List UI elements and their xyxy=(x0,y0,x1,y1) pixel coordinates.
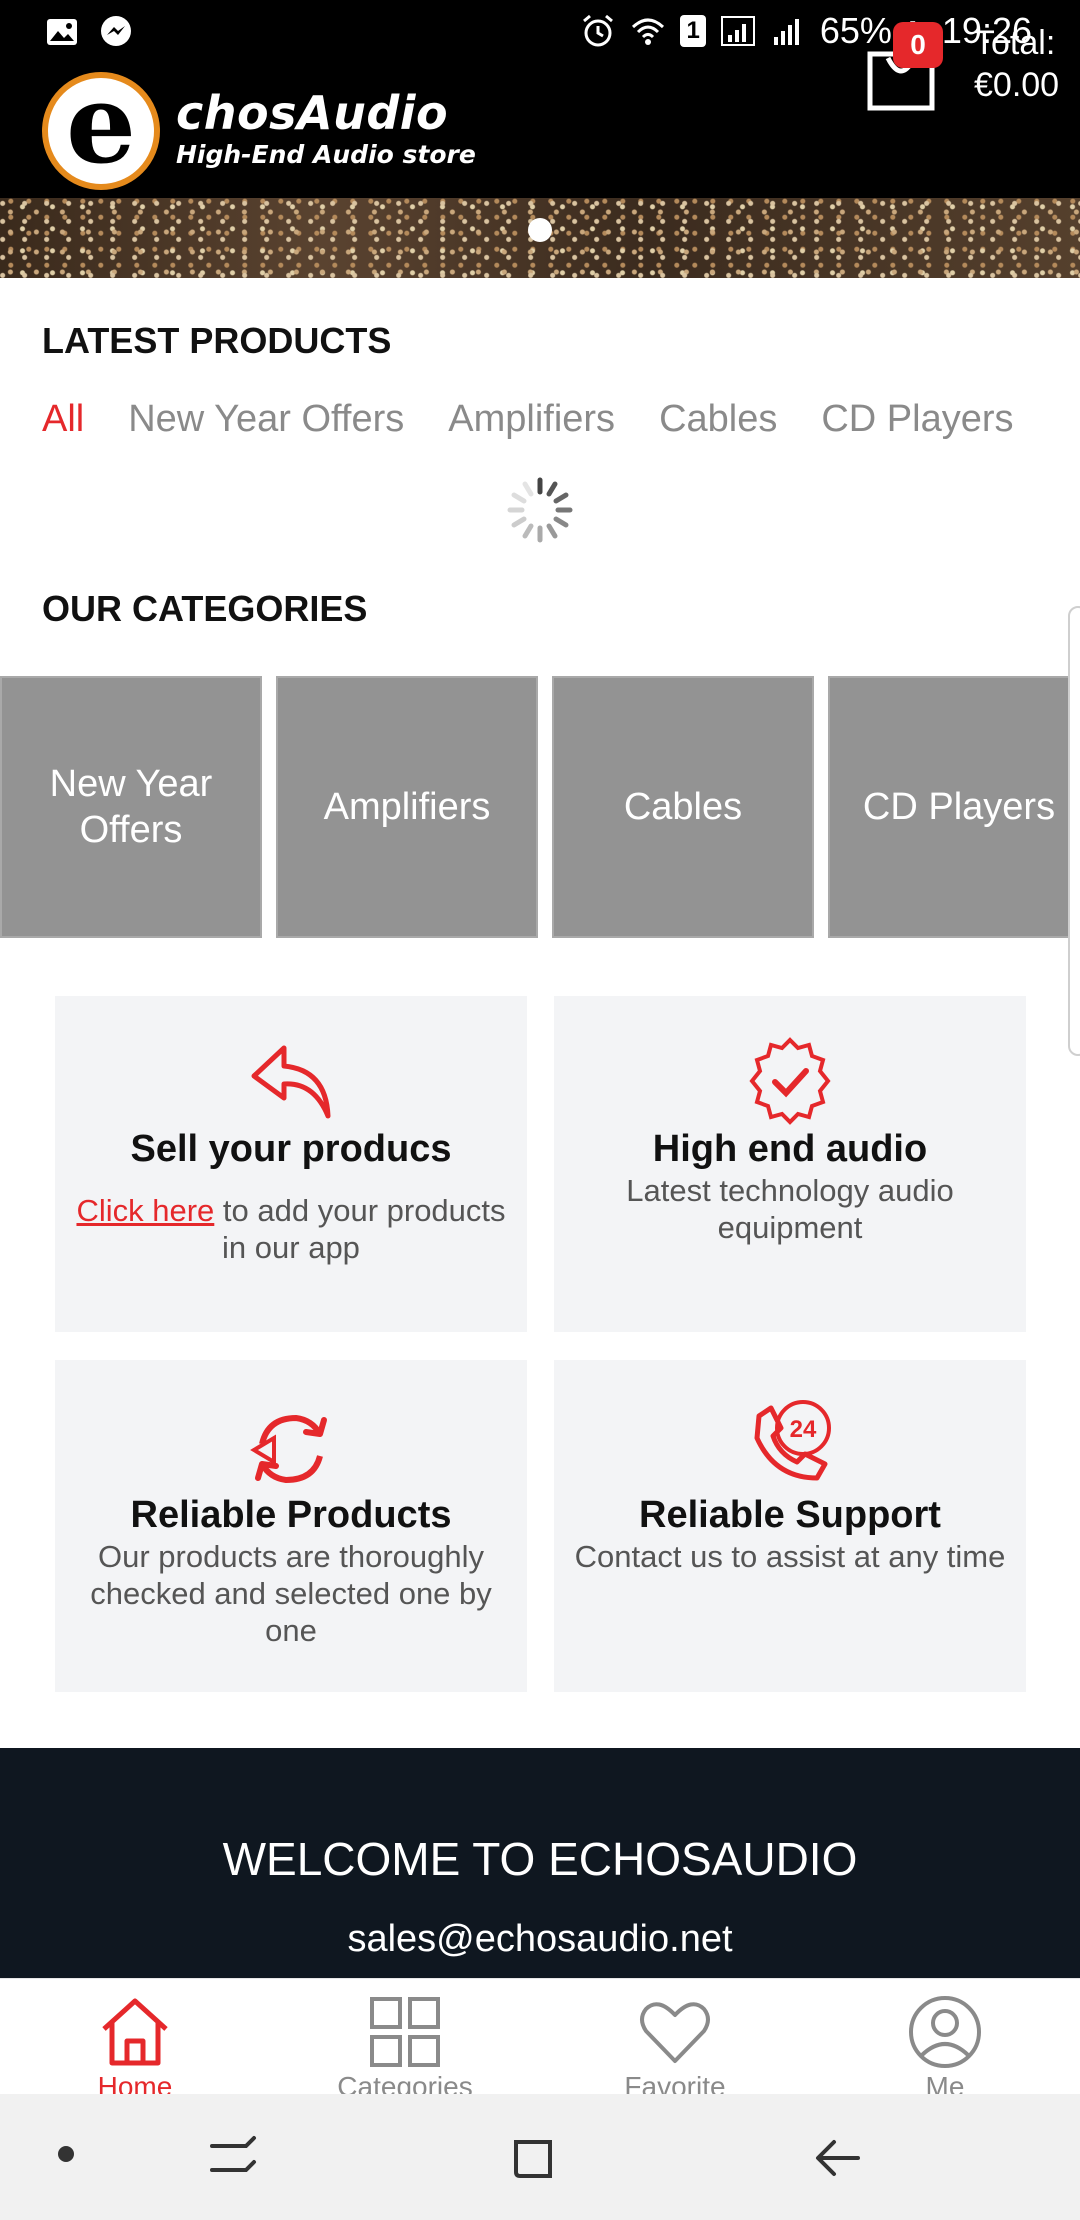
logo-title: chosAudio xyxy=(176,86,449,140)
status-right: 1 65% 19:26 xyxy=(580,10,1032,52)
user-icon xyxy=(909,1996,981,2068)
nav-favorite[interactable]: Favorite xyxy=(575,1993,775,2103)
wifi-icon xyxy=(632,18,665,45)
total-value: €0.00 xyxy=(974,66,1060,104)
feature-card-high-end: High end audio Latest technology audio e… xyxy=(554,996,1026,1332)
signal-bars-icon xyxy=(773,19,799,45)
refresh-cycle-icon xyxy=(250,1414,327,1484)
logo-subtitle: High-End Audio store xyxy=(176,140,476,169)
our-categories-title: OUR CATEGORIES xyxy=(42,588,368,629)
feature-title: High end audio xyxy=(652,1128,928,1170)
logo-letter: e xyxy=(66,59,136,188)
alarm-icon xyxy=(583,14,614,47)
feature-desc: Contact us to assist at any time xyxy=(574,1539,1006,1574)
nav-categories[interactable]: Categories xyxy=(305,1993,505,2103)
welcome-heading: WELCOME TO ECHOSAUDIO xyxy=(222,1833,858,1885)
signal-icon xyxy=(720,16,755,46)
feature-desc: Click here to add your products in our a… xyxy=(75,1192,507,1266)
feature-card-reliable-products: Reliable Products Our products are thoro… xyxy=(55,1360,527,1692)
side-drawer-handle[interactable] xyxy=(1068,606,1080,1056)
nav-home[interactable]: Home xyxy=(35,1993,235,2103)
reply-arrow-icon xyxy=(251,1045,331,1119)
system-navigation-bar xyxy=(0,2094,1080,2220)
feature-card-reliable-support: 24 Reliable Support Contact us to assist… xyxy=(554,1360,1026,1692)
category-cables[interactable]: Cables xyxy=(552,676,814,938)
back-icon[interactable] xyxy=(812,2134,866,2182)
feature-title: Reliable Support xyxy=(639,1494,941,1536)
welcome-footer: WELCOME TO ECHOSAUDIO sales@echosaudio.n… xyxy=(0,1748,1080,1978)
bottom-navigation: Home Categories Favorite Me xyxy=(0,1978,1080,2102)
sim-slot-badge: 1 xyxy=(680,15,706,47)
status-left xyxy=(44,14,134,50)
phone-24-icon: 24 xyxy=(754,1400,831,1481)
recent-apps-icon[interactable] xyxy=(206,2134,260,2182)
cart-count-badge: 0 xyxy=(893,22,943,68)
feature-desc: Latest technology audio equipment xyxy=(626,1173,954,1245)
tab-all[interactable]: All xyxy=(42,398,84,441)
nav-me[interactable]: Me xyxy=(845,1993,1045,2103)
grid-icon xyxy=(370,1997,440,2067)
tab-new-year-offers[interactable]: New Year Offers xyxy=(128,398,404,441)
category-amplifiers[interactable]: Amplifiers xyxy=(276,676,538,938)
logo-text: chosAudio High-End Audio store xyxy=(176,90,476,169)
loading-spinner-icon xyxy=(507,477,573,543)
categories-carousel: New Year Offers Amplifiers Cables CD Pla… xyxy=(0,676,1080,938)
contact-email[interactable]: sales@echosaudio.net xyxy=(0,1918,1080,1961)
home-icon xyxy=(102,1998,168,2066)
total-label: Total: xyxy=(974,24,1056,62)
heart-icon xyxy=(640,2002,710,2063)
verified-badge-icon xyxy=(749,1037,831,1125)
gallery-icon xyxy=(47,19,77,45)
click-here-link[interactable]: Click here xyxy=(76,1193,214,1228)
feature-desc-text: to add your products in our app xyxy=(214,1193,506,1265)
support-24-text: 24 xyxy=(790,1416,817,1443)
category-cd-players[interactable]: CD Players xyxy=(828,676,1080,938)
tab-cd-players[interactable]: CD Players xyxy=(821,398,1013,441)
latest-products-title: LATEST PRODUCTS xyxy=(42,320,392,361)
carousel-indicator[interactable] xyxy=(528,218,552,242)
home-button-icon[interactable] xyxy=(510,2134,558,2182)
dot-icon[interactable] xyxy=(56,2144,76,2164)
cart-total[interactable]: Total: €0.00 xyxy=(974,22,1059,106)
tab-cables[interactable]: Cables xyxy=(659,398,777,441)
feature-card-sell: Sell your producs Click here to add your… xyxy=(55,996,527,1332)
feature-title: Sell your producs xyxy=(130,1128,452,1170)
feature-title: Reliable Products xyxy=(130,1494,452,1536)
messenger-icon xyxy=(101,16,131,46)
logo-icon[interactable]: e xyxy=(42,59,160,190)
category-new-year-offers[interactable]: New Year Offers xyxy=(0,676,262,938)
feature-desc: Our products are thoroughly checked and … xyxy=(90,1539,492,1648)
product-tabs: All New Year Offers Amplifiers Cables CD… xyxy=(42,398,1014,441)
tab-amplifiers[interactable]: Amplifiers xyxy=(448,398,615,441)
